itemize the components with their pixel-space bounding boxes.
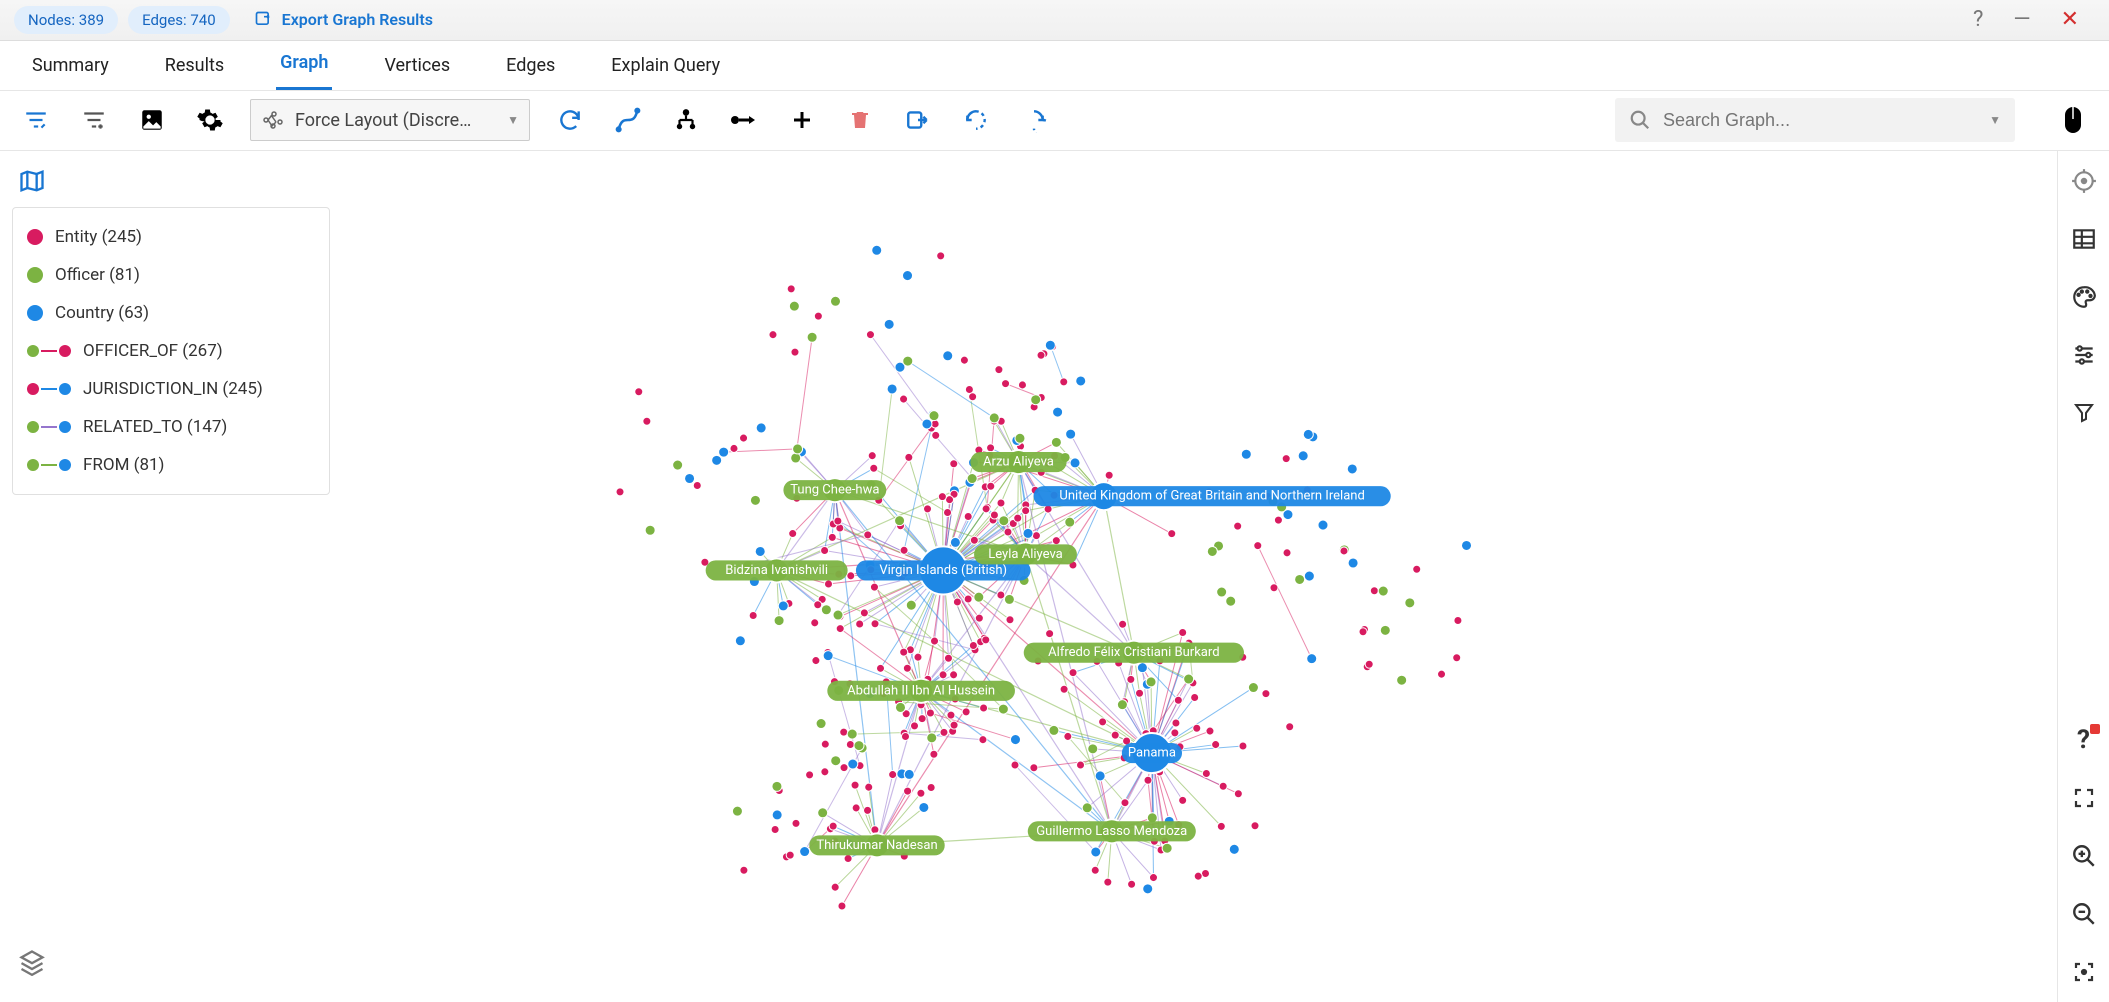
layers-icon[interactable]: [18, 948, 46, 980]
tab-results[interactable]: Results: [161, 43, 228, 90]
layout-label: Force Layout (Discre…: [295, 110, 497, 131]
search-field[interactable]: [1661, 109, 1979, 132]
legend-label: RELATED_TO (147): [83, 417, 227, 437]
legend-dot-icon: [27, 305, 43, 321]
legend-row[interactable]: Entity (245): [27, 218, 315, 256]
legend-row[interactable]: RELATED_TO (147): [27, 408, 315, 446]
expand-filter-icon[interactable]: [76, 102, 112, 138]
node-label-text: Abdullah II Ibn Al Hussein: [847, 683, 995, 698]
zoom-out-icon[interactable]: [2066, 896, 2102, 932]
fullscreen-icon[interactable]: [2066, 780, 2102, 816]
node-label-text: Guillermo Lasso Mendoza: [1036, 824, 1187, 839]
node-label-text: Arzu Aliyeva: [983, 455, 1054, 470]
layout-dropdown[interactable]: Force Layout (Discre… ▼: [250, 99, 530, 141]
add-icon[interactable]: [784, 102, 820, 138]
filter-icon[interactable]: [2066, 395, 2102, 431]
export-button[interactable]: Export Graph Results: [254, 10, 433, 30]
node-label-text: Panama: [1128, 746, 1176, 761]
search-icon: [1629, 109, 1651, 131]
legend-label: Officer (81): [55, 265, 140, 285]
legend-label: OFFICER_OF (267): [83, 341, 223, 361]
node-label-text: Alfredo Félix Cristiani Burkard: [1048, 645, 1219, 660]
toolbar: Force Layout (Discre… ▼ ▼: [0, 91, 2109, 151]
legend-edge-icon: [27, 383, 71, 395]
legend-row[interactable]: OFFICER_OF (267): [27, 332, 315, 370]
layout-graph-icon: [261, 108, 285, 132]
close-icon[interactable]: ✕: [2061, 7, 2079, 32]
export-icon: [254, 10, 274, 30]
locate-icon[interactable]: [2066, 163, 2102, 199]
node-label-text: Bidzina Ivanishvili: [725, 563, 828, 578]
minimize-icon[interactable]: —: [2013, 7, 2030, 32]
node-label-text: Leyla Aliyeva: [988, 547, 1063, 562]
legend-label: FROM (81): [83, 455, 164, 475]
right-sidebar: ?: [2057, 151, 2109, 1002]
tab-vertices[interactable]: Vertices: [380, 43, 454, 90]
settings-icon[interactable]: [192, 102, 228, 138]
export-icon[interactable]: [900, 102, 936, 138]
collapse-filter-icon[interactable]: [18, 102, 54, 138]
nodes-count-badge: Nodes: 389: [14, 6, 118, 34]
mouse-mode-icon[interactable]: [2055, 102, 2091, 138]
chevron-down-icon: ▼: [507, 113, 519, 127]
legend-dot-icon: [27, 267, 43, 283]
node-label-text: United Kingdom of Great Britain and Nort…: [1059, 489, 1364, 504]
sliders-icon[interactable]: [2066, 337, 2102, 373]
rotate-right-icon[interactable]: [1016, 102, 1052, 138]
zoom-in-icon[interactable]: [2066, 838, 2102, 874]
tabs-bar: Summary Results Graph Vertices Edges Exp…: [0, 41, 2109, 91]
tab-graph[interactable]: Graph: [276, 40, 332, 90]
node-label-text: Virgin Islands (British): [879, 563, 1007, 578]
legend-label: Country (63): [55, 303, 149, 323]
legend-edge-icon: [27, 459, 71, 471]
graph-canvas[interactable]: Virgin Islands (British) United Kingdom o…: [0, 151, 2057, 1002]
delete-icon[interactable]: [842, 102, 878, 138]
rotate-left-icon[interactable]: [958, 102, 994, 138]
help-badge-icon[interactable]: ?: [2066, 722, 2102, 758]
legend-row[interactable]: Officer (81): [27, 256, 315, 294]
curve-edges-icon[interactable]: [610, 102, 646, 138]
chevron-down-icon[interactable]: ▼: [1989, 113, 2001, 127]
palette-icon[interactable]: [2066, 279, 2102, 315]
info-bar: Nodes: 389 Edges: 740 Export Graph Resul…: [0, 0, 2109, 41]
export-label: Export Graph Results: [282, 10, 433, 29]
tab-summary[interactable]: Summary: [28, 43, 113, 90]
legend-row[interactable]: JURISDICTION_IN (245): [27, 370, 315, 408]
legend-dot-icon: [27, 229, 43, 245]
legend-label: JURISDICTION_IN (245): [83, 379, 263, 399]
legend-row[interactable]: Country (63): [27, 294, 315, 332]
image-capture-icon[interactable]: [134, 102, 170, 138]
search-input[interactable]: ▼: [1615, 98, 2015, 142]
legend-panel: Entity (245) Officer (81) Country (63) OFF…: [12, 207, 330, 495]
edge-icon[interactable]: [726, 102, 762, 138]
refresh-icon[interactable]: [552, 102, 588, 138]
edges-count-badge: Edges: 740: [128, 6, 230, 34]
tab-explain-query[interactable]: Explain Query: [607, 43, 724, 90]
legend-label: Entity (245): [55, 227, 142, 247]
fit-screen-icon[interactable]: [2066, 954, 2102, 990]
node-label-text: Thirukumar Nadesan: [816, 838, 937, 853]
tab-edges[interactable]: Edges: [502, 43, 559, 90]
table-icon[interactable]: [2066, 221, 2102, 257]
node-label-text: Tung Chee-hwa: [790, 483, 879, 498]
help-icon[interactable]: ?: [1973, 7, 1983, 32]
legend-edge-icon: [27, 421, 71, 433]
legend-edge-icon: [27, 345, 71, 357]
minimap-icon[interactable]: [18, 167, 46, 199]
legend-row[interactable]: FROM (81): [27, 446, 315, 484]
hierarchy-icon[interactable]: [668, 102, 704, 138]
